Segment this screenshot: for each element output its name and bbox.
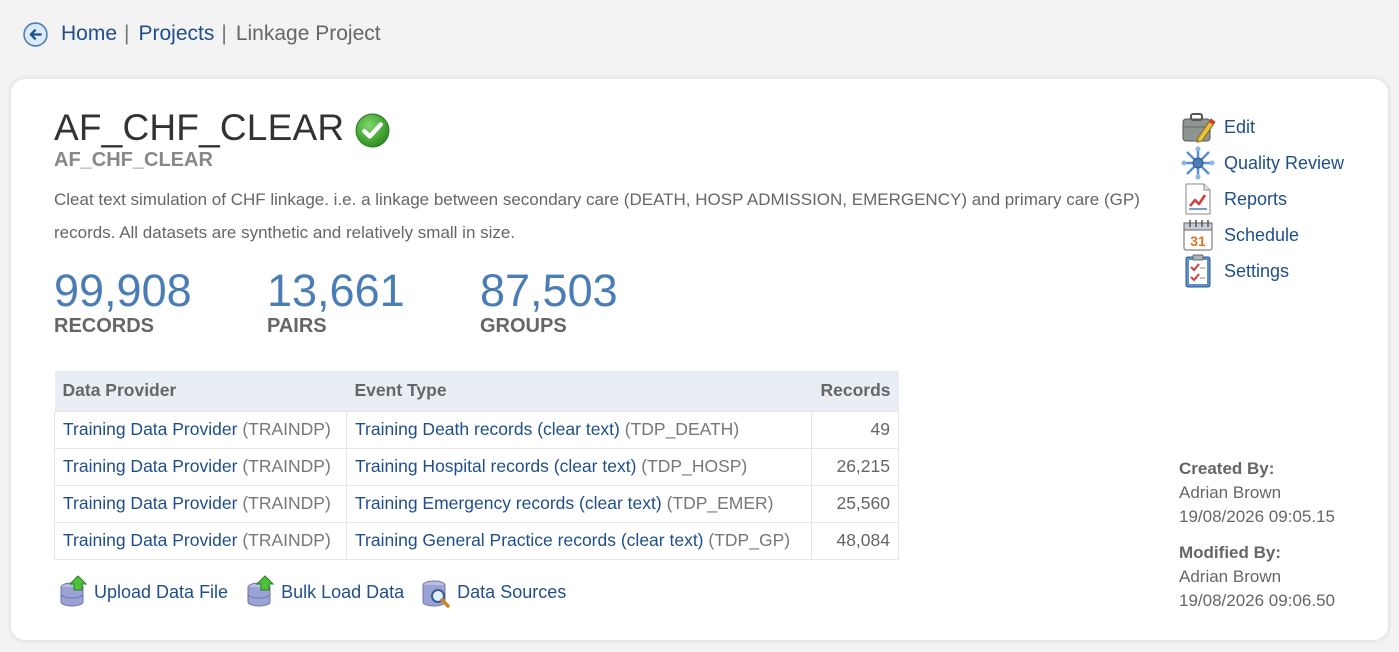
- provider-cell: Training Data Provider (TRAINDP): [54, 447, 347, 486]
- provider-link[interactable]: Training Data Provider: [63, 530, 237, 550]
- project-description: Cleat text simulation of CHF linkage. i.…: [54, 190, 1140, 242]
- stat-label: GROUPS: [480, 315, 567, 337]
- audit-info: Created By: Adrian Brown 19/08/2026 09:0…: [1179, 457, 1335, 613]
- briefcase-edit-icon: [1182, 113, 1216, 143]
- event-type-link[interactable]: Training Death records (clear text): [355, 419, 620, 439]
- database-upload-icon: [247, 575, 275, 607]
- breadcrumb-home-link[interactable]: Home: [61, 22, 117, 46]
- provider-code: (TRAINDP): [242, 493, 331, 513]
- breadcrumb: Home | Projects | Linkage Project: [23, 20, 381, 48]
- modified-by-label: Modified By:: [1179, 543, 1281, 562]
- back-arrow-icon[interactable]: [23, 21, 48, 47]
- breadcrumb-current: Linkage Project: [235, 22, 381, 45]
- upload-data-file-label: Upload Data File: [94, 581, 229, 602]
- modified-info: Modified By: Adrian Brown 19/08/2026 09:…: [1179, 541, 1335, 613]
- project-side-menu: Edit Quality Review Reports 31 Schedule …: [1180, 109, 1344, 289]
- stats-row: 99,908 RECORDS 13,661 PAIRS 87,503 GROUP…: [54, 265, 618, 338]
- data-sources-label: Data Sources: [457, 581, 567, 602]
- created-at: 19/08/2026 09:05.15: [1179, 507, 1335, 526]
- records-cell: 48,084: [811, 521, 899, 560]
- project-title: AF_CHF_CLEAR: [54, 107, 345, 148]
- side-menu-reports-label: Reports: [1224, 188, 1288, 209]
- column-header-event-type[interactable]: Event Type: [346, 371, 812, 411]
- data-sources-table: Data Provider Event Type Records Trainin…: [54, 371, 899, 560]
- event-type-code: (TDP_GP): [708, 530, 791, 550]
- event-type-cell: Training Death records (clear text) (TDP…: [346, 410, 812, 449]
- database-search-icon: [422, 580, 450, 608]
- provider-cell: Training Data Provider (TRAINDP): [54, 484, 347, 523]
- event-type-code: (TDP_DEATH): [624, 419, 740, 439]
- data-sources-button[interactable]: Data Sources: [420, 575, 566, 609]
- event-type-code: (TDP_HOSP): [641, 456, 748, 476]
- stat-label: PAIRS: [267, 315, 327, 337]
- provider-link[interactable]: Training Data Provider: [63, 493, 237, 513]
- event-type-cell: Training General Practice records (clear…: [346, 521, 812, 560]
- table-row: Training Data Provider (TRAINDP) Trainin…: [54, 484, 899, 523]
- event-type-cell: Training Emergency records (clear text) …: [346, 484, 812, 523]
- side-menu-edit-label: Edit: [1224, 116, 1256, 137]
- calendar-icon: 31: [1183, 220, 1213, 251]
- modified-at: 19/08/2026 09:06.50: [1179, 591, 1335, 610]
- project-card: AF_CHF_CLEAR AF_CHF_CLEAR Cleat text sim…: [11, 79, 1388, 640]
- project-subtitle: AF_CHF_CLEAR: [54, 149, 213, 171]
- provider-cell: Training Data Provider (TRAINDP): [54, 410, 347, 449]
- checklist-icon: [1185, 254, 1211, 288]
- event-type-link[interactable]: Training Emergency records (clear text): [355, 493, 662, 513]
- column-header-provider[interactable]: Data Provider: [54, 371, 347, 411]
- records-cell: 26,215: [811, 447, 899, 486]
- side-menu-settings-label: Settings: [1224, 260, 1290, 281]
- provider-code: (TRAINDP): [242, 419, 331, 439]
- table-row: Training Data Provider (TRAINDP) Trainin…: [54, 447, 899, 486]
- side-menu-quality-review-label: Quality Review: [1224, 152, 1345, 173]
- created-by-user: Adrian Brown: [1179, 483, 1282, 502]
- breadcrumb-projects-link[interactable]: Projects: [139, 22, 215, 46]
- provider-link[interactable]: Training Data Provider: [63, 419, 237, 439]
- side-menu-edit[interactable]: Edit: [1180, 109, 1344, 145]
- side-menu-quality-review[interactable]: Quality Review: [1180, 145, 1344, 181]
- bulk-load-data-label: Bulk Load Data: [281, 581, 405, 602]
- database-upload-icon: [60, 575, 88, 607]
- table-row: Training Data Provider (TRAINDP) Trainin…: [54, 521, 899, 560]
- side-menu-settings[interactable]: Settings: [1180, 253, 1344, 289]
- provider-code: (TRAINDP): [242, 456, 331, 476]
- side-menu-reports[interactable]: Reports: [1180, 181, 1344, 217]
- provider-link[interactable]: Training Data Provider: [63, 456, 237, 476]
- provider-code: (TRAINDP): [242, 530, 331, 550]
- event-type-cell: Training Hospital records (clear text) (…: [346, 447, 812, 486]
- side-menu-schedule[interactable]: 31 Schedule: [1180, 217, 1344, 253]
- stat-value: 87,503: [480, 265, 618, 316]
- breadcrumb-separator: |: [221, 22, 227, 45]
- table-header-row: Data Provider Event Type Records: [54, 371, 899, 411]
- breadcrumb-separator: |: [124, 22, 130, 45]
- upload-data-file-button[interactable]: Upload Data File: [57, 575, 228, 609]
- event-type-code: (TDP_EMER): [666, 493, 774, 513]
- bulk-load-data-button[interactable]: Bulk Load Data: [244, 575, 404, 609]
- stat-pairs: 13,661 PAIRS: [267, 265, 480, 338]
- table-row: Training Data Provider (TRAINDP) Trainin…: [54, 410, 899, 449]
- stat-groups: 87,503 GROUPS: [480, 265, 618, 338]
- modified-by-user: Adrian Brown: [1179, 567, 1282, 586]
- calendar-day-text: 31: [1190, 233, 1206, 249]
- records-cell: 25,560: [811, 484, 899, 523]
- table-actions: Upload Data File Bulk Load Data Data Sou…: [57, 575, 582, 609]
- title-row: AF_CHF_CLEAR: [54, 107, 390, 149]
- side-menu-schedule-label: Schedule: [1224, 224, 1300, 245]
- created-by-label: Created By:: [1179, 459, 1275, 478]
- status-ok-icon: [355, 113, 390, 147]
- stat-value: 13,661: [267, 265, 405, 316]
- records-cell: 49: [811, 410, 899, 449]
- stat-records: 99,908 RECORDS: [54, 265, 267, 338]
- stat-label: RECORDS: [54, 315, 155, 337]
- event-type-link[interactable]: Training General Practice records (clear…: [355, 530, 704, 550]
- report-chart-icon: [1185, 183, 1211, 215]
- network-star-icon: [1181, 146, 1215, 180]
- provider-cell: Training Data Provider (TRAINDP): [54, 521, 347, 560]
- column-header-records[interactable]: Records: [811, 371, 899, 411]
- created-info: Created By: Adrian Brown 19/08/2026 09:0…: [1179, 457, 1335, 529]
- stat-value: 99,908: [54, 265, 192, 316]
- event-type-link[interactable]: Training Hospital records (clear text): [355, 456, 636, 476]
